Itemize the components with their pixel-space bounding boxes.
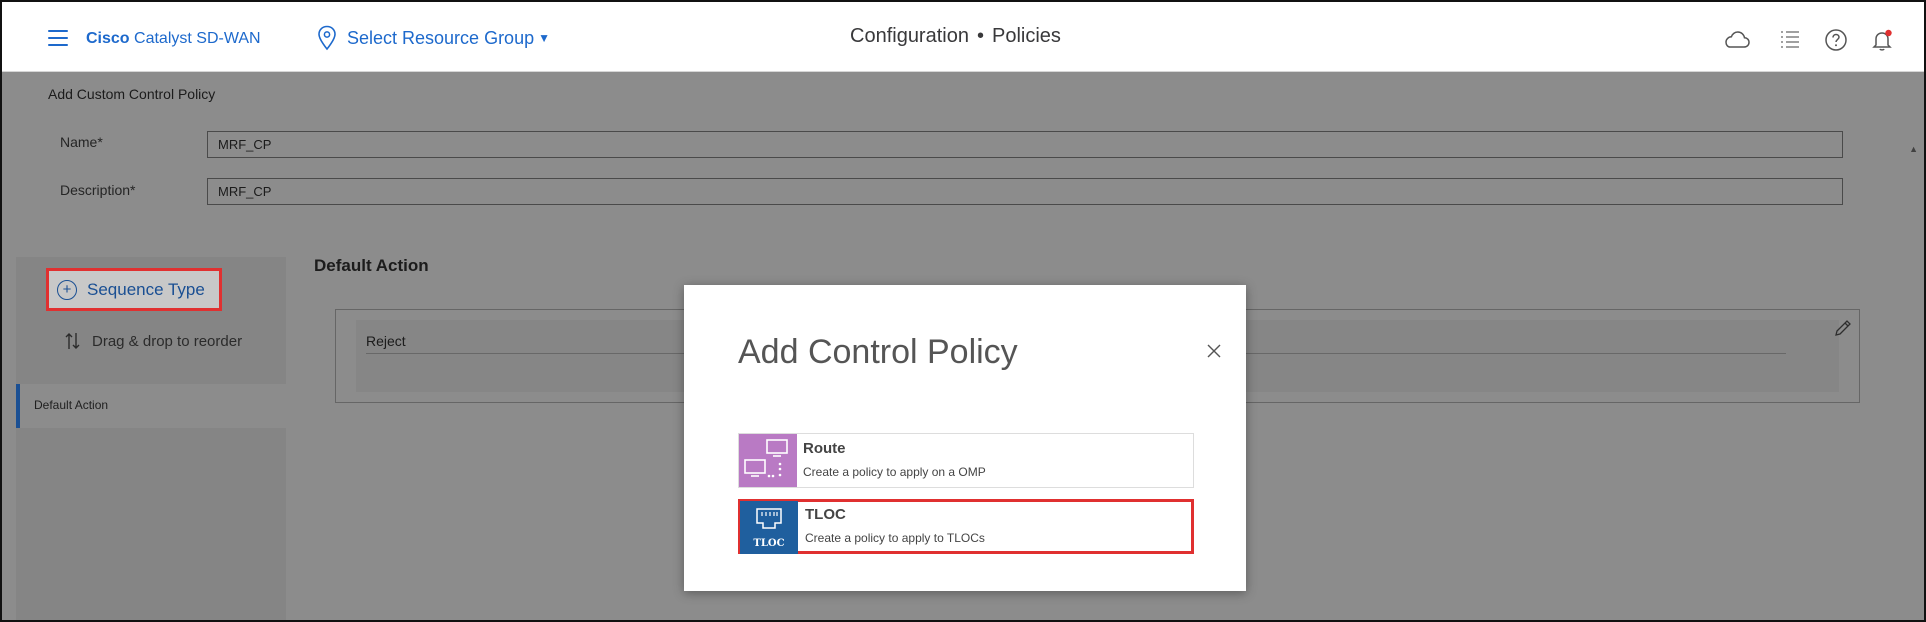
help-icon[interactable] xyxy=(1822,26,1850,54)
chevron-down-icon: ▼ xyxy=(538,31,550,45)
cloud-icon[interactable] xyxy=(1723,26,1751,54)
add-control-policy-modal: Add Control Policy Route Create a policy… xyxy=(684,285,1246,591)
tloc-option-description: Create a policy to apply to TLOCs xyxy=(805,531,985,545)
resource-group-selector[interactable]: Select Resource Group ▼ xyxy=(317,24,550,52)
location-pin-icon xyxy=(318,25,336,51)
modal-title: Add Control Policy xyxy=(738,333,1018,371)
route-option[interactable]: Route Create a policy to apply on a OMP xyxy=(738,433,1194,488)
resource-group-label: Select Resource Group xyxy=(347,27,535,48)
app-window: Cisco Catalyst SD-WAN Select Resource Gr… xyxy=(0,0,1926,622)
top-header: Cisco Catalyst SD-WAN Select Resource Gr… xyxy=(2,2,1924,72)
task-list-icon[interactable] xyxy=(1776,26,1804,54)
page-name: Policies xyxy=(991,25,1061,47)
tloc-option-title: TLOC xyxy=(805,506,846,523)
route-icon xyxy=(739,434,797,487)
brand-rest: Catalyst SD-WAN xyxy=(134,30,261,47)
close-icon[interactable] xyxy=(1206,343,1222,359)
route-option-description: Create a policy to apply on a OMP xyxy=(803,465,986,479)
page-title: Configuration • Policies xyxy=(850,25,1061,48)
notification-bell-icon[interactable] xyxy=(1868,26,1896,54)
brand-bold: Cisco xyxy=(86,30,130,47)
menu-icon[interactable] xyxy=(48,30,68,46)
title-separator: • xyxy=(976,25,984,47)
brand-logo[interactable]: Cisco Catalyst SD-WAN xyxy=(86,30,261,48)
section-title: Configuration xyxy=(850,25,969,47)
route-option-title: Route xyxy=(803,440,846,457)
tloc-icon-text: TLOC xyxy=(753,538,785,549)
tloc-option[interactable]: TLOC TLOC Create a policy to apply to TL… xyxy=(738,499,1194,554)
